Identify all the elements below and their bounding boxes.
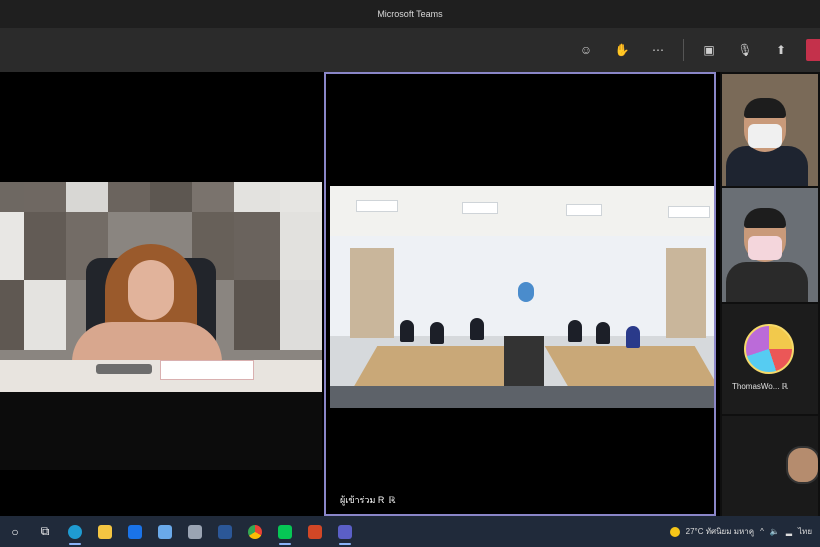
line-icon[interactable] <box>270 516 300 547</box>
title-bar: Microsoft Teams <box>0 0 820 28</box>
weather-icon[interactable] <box>669 526 680 537</box>
toolbar-divider <box>683 39 684 61</box>
attendee <box>626 326 640 348</box>
search-icon[interactable]: ○ <box>0 516 30 547</box>
participant-thumb-2[interactable] <box>722 188 818 302</box>
participant-hair <box>744 98 786 118</box>
wall-panel <box>280 182 322 212</box>
ceiling-light <box>566 204 602 216</box>
attendee <box>400 320 414 342</box>
face-mask <box>748 124 782 148</box>
more-icon[interactable]: ⋯ <box>647 39 669 61</box>
people-icon[interactable]: ☺ <box>575 39 597 61</box>
wall-panel <box>24 212 66 280</box>
wall-panel <box>150 182 192 212</box>
word-icon[interactable] <box>210 516 240 547</box>
input-language[interactable]: ไทย <box>798 525 812 538</box>
chevron-up-icon[interactable]: ^ <box>760 527 764 536</box>
share-icon[interactable]: ⬆ <box>770 39 792 61</box>
ceiling-light <box>668 206 710 218</box>
participant-name-tag: ผู้เข้าร่วม R ℝ <box>334 492 402 508</box>
ceiling-light <box>356 200 398 212</box>
attendee <box>596 322 610 344</box>
nameplate <box>160 360 254 380</box>
powerpoint-icon[interactable] <box>300 516 330 547</box>
weather-text[interactable]: 27°C ทัศนิยม มหาคู <box>686 525 755 538</box>
wall-panel <box>280 280 322 350</box>
participant-name: ผู้เข้าร่วม R <box>340 495 385 505</box>
chrome-icon[interactable] <box>240 516 270 547</box>
wall-panel <box>24 280 66 350</box>
task-view-icon[interactable]: ⧉ <box>30 516 60 547</box>
wall-panel <box>192 182 234 212</box>
mic-icon[interactable]: 🎙 <box>734 39 756 61</box>
teams-icon[interactable] <box>330 516 360 547</box>
network-icon[interactable]: ▂ <box>786 527 792 536</box>
participant-thumbnails: ThomasWo... ℝ <box>720 72 820 516</box>
reactions-icon[interactable]: ✋ <box>611 39 633 61</box>
wall-panel <box>66 182 108 212</box>
participant-shirt <box>726 262 808 302</box>
curtain-right <box>666 248 706 338</box>
participant-thumb-1[interactable] <box>722 74 818 186</box>
meeting-toolbar: ☺ ✋ ⋯ ▣ 🎙 ⬆ <box>0 28 820 72</box>
system-tray: 27°C ทัศนิยม มหาคู ^ 🔈 ▂ ไทย <box>669 516 812 547</box>
ceiling <box>330 186 714 236</box>
room-floor <box>330 386 714 408</box>
ceiling-light <box>462 202 498 214</box>
participant-suffix: ℝ <box>388 495 396 505</box>
participant-thumb-3[interactable]: ThomasWo... ℝ <box>722 304 818 414</box>
mail-icon[interactable] <box>120 516 150 547</box>
participant-thumb-4[interactable] <box>722 416 818 516</box>
wall-panel <box>108 182 150 212</box>
leave-button[interactable] <box>806 39 820 61</box>
wall-panel <box>24 182 66 212</box>
wall-panel <box>234 182 280 212</box>
wall-panel <box>280 212 322 280</box>
attendee <box>470 318 484 340</box>
curtain-left <box>350 248 394 338</box>
participant-hair <box>744 208 786 228</box>
wall-panel <box>0 280 24 350</box>
edge-icon[interactable] <box>60 516 90 547</box>
wall-panel <box>0 212 24 280</box>
person-face <box>128 260 174 320</box>
face-mask <box>748 236 782 260</box>
attendee <box>568 320 582 342</box>
participant-suit <box>726 146 808 186</box>
attendee <box>430 322 444 344</box>
desk-front <box>0 392 322 470</box>
participant-avatar <box>744 324 794 374</box>
store-icon[interactable] <box>150 516 180 547</box>
participant-thumb-name: ThomasWo... ℝ <box>732 382 788 391</box>
wall-panel <box>234 212 280 280</box>
speaker-icon[interactable]: 🔈 <box>770 527 780 536</box>
video-tile-pinned[interactable]: ผู้เข้าร่วม R ℝ <box>324 72 716 516</box>
wall-panel <box>0 182 24 212</box>
meeting-room-video <box>330 186 714 408</box>
video-stage: ผู้เข้าร่วม R ℝ ThomasWo... ℝ <box>0 72 820 516</box>
settings-app-icon[interactable] <box>180 516 210 547</box>
camera-icon[interactable]: ▣ <box>698 39 720 61</box>
video-tile-left[interactable] <box>0 182 322 470</box>
desk-microphone <box>96 364 152 374</box>
windows-taskbar: ○ ⧉ 27°C ทัศนิยม มหาคู ^ 🔈 ▂ ไทย <box>0 516 820 547</box>
wall-panel <box>234 280 280 350</box>
participant-mini-avatar <box>786 446 818 484</box>
window-title: Microsoft Teams <box>377 9 443 19</box>
file-explorer-icon[interactable] <box>90 516 120 547</box>
wall-emblem <box>518 282 534 302</box>
